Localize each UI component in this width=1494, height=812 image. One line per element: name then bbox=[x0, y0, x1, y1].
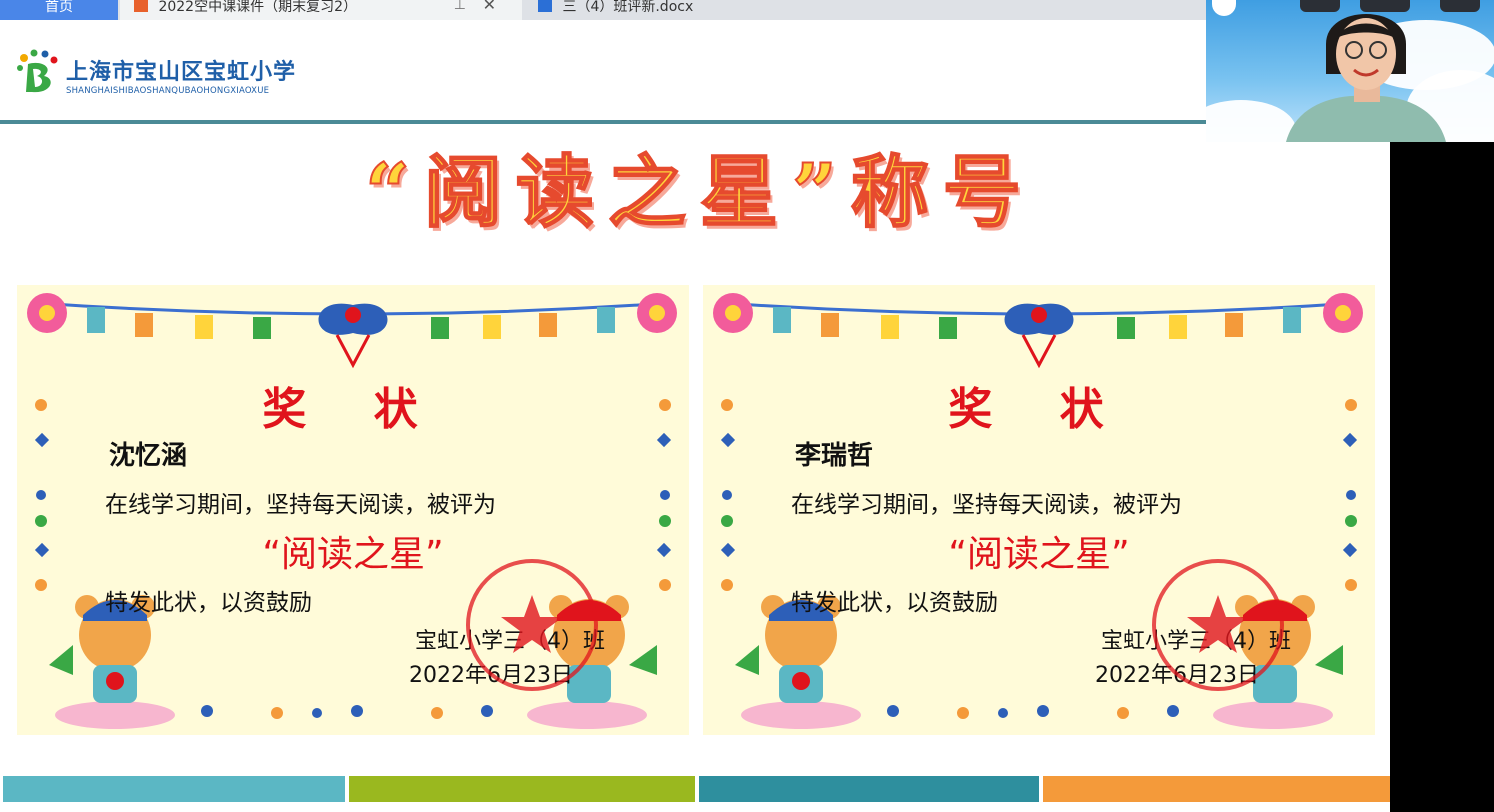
award-title: 奖 状 bbox=[262, 384, 444, 435]
school-pinyin: SHANGHAISHIBAOSHANQUBAOHONGXIAOXUE bbox=[66, 86, 270, 96]
browser-tab-strip: 首页 2022空中课课件（期末复习2） ⊥ ✕ 三（4）班评新.docx bbox=[0, 0, 1210, 20]
award-closing: 特发此状，以资鼓励 bbox=[105, 590, 312, 616]
school-badge-icon bbox=[1212, 0, 1236, 16]
header-divider bbox=[0, 120, 1206, 124]
school-emblem-icon bbox=[17, 49, 58, 93]
close-tab-icon[interactable]: ✕ bbox=[483, 0, 496, 13]
tab-document[interactable]: 三（4）班评新.docx bbox=[524, 0, 924, 20]
tab-home-label: 首页 bbox=[45, 0, 73, 15]
footer-bar-orange bbox=[1043, 776, 1390, 802]
tab-document-label: 三（4）班评新.docx bbox=[562, 0, 694, 15]
certificate-card: 奖 状 沈忆涵 在线学习期间，坚持每天阅读，被评为 “阅读之星” 特发此状，以资… bbox=[17, 285, 689, 735]
tab-courseware-label: 2022空中课课件（期末复习2） bbox=[158, 0, 357, 15]
school-name: 上海市宝山区宝虹小学 bbox=[66, 60, 297, 85]
school-logo: 上海市宝山区宝虹小学 SHANGHAISHIBAOSHANQUBAOHONGXI… bbox=[14, 48, 314, 100]
footer-bar-green bbox=[349, 776, 695, 802]
footer-bar-dark-teal bbox=[699, 776, 1039, 802]
powerpoint-icon bbox=[134, 0, 148, 12]
pin-icon[interactable]: ⊥ bbox=[454, 0, 466, 12]
teacher-avatar bbox=[1286, 14, 1446, 142]
award-closing: 特发此状，以资鼓励 bbox=[791, 590, 998, 616]
footer-bar-teal bbox=[3, 776, 345, 802]
award-title: 奖 状 bbox=[948, 384, 1130, 435]
certificate-card: 奖 状 李瑞哲 在线学习期间，坚持每天阅读，被评为 “阅读之星” 特发此状，以资… bbox=[703, 285, 1375, 735]
award-description: 在线学习期间，坚持每天阅读，被评为 bbox=[105, 492, 496, 518]
screen-share-margin bbox=[1390, 142, 1494, 812]
slide-title: “阅读之星”称号 bbox=[364, 146, 1035, 239]
word-doc-icon bbox=[538, 0, 552, 12]
tab-home[interactable]: 首页 bbox=[0, 0, 118, 20]
official-seal-icon bbox=[466, 559, 598, 691]
tab-courseware[interactable]: 2022空中课课件（期末复习2） ⊥ ✕ bbox=[120, 0, 522, 20]
recipient-name: 李瑞哲 bbox=[795, 441, 874, 471]
award-description: 在线学习期间，坚持每天阅读，被评为 bbox=[791, 492, 1182, 518]
recipient-name: 沈忆涵 bbox=[109, 441, 188, 471]
official-seal-icon bbox=[1152, 559, 1284, 691]
teacher-video-feed[interactable] bbox=[1206, 0, 1494, 142]
